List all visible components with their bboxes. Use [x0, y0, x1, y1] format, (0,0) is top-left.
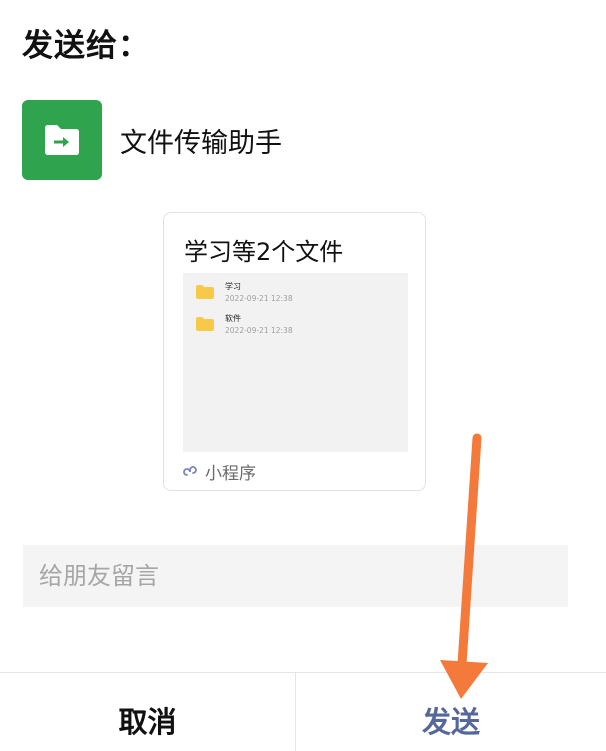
recipient-avatar: [22, 100, 102, 180]
folder-icon: [196, 317, 214, 331]
message-input[interactable]: [23, 545, 568, 607]
file-name: 软件: [225, 314, 241, 323]
recipient-row[interactable]: 文件传输助手: [22, 100, 282, 180]
share-dialog: 发送给： 文件传输助手 学习等2个文件 学习 2022-09-21 12:38: [0, 0, 606, 751]
dialog-title: 发送给：: [22, 28, 150, 64]
cancel-button[interactable]: 取消: [0, 673, 295, 751]
source-label: 小程序: [205, 464, 256, 484]
mini-program-icon: [183, 465, 197, 476]
file-item: 软件 2022-09-21 12:38: [196, 313, 396, 337]
file-date: 2022-09-21 12:38: [225, 294, 293, 303]
send-button[interactable]: 发送: [296, 673, 606, 751]
folder-icon: [196, 285, 214, 299]
folder-arrow-icon: [45, 125, 79, 155]
card-title: 学习等2个文件: [184, 238, 344, 266]
action-bar: 取消 发送: [0, 672, 606, 751]
recipient-name: 文件传输助手: [120, 127, 282, 159]
file-item: 学习 2022-09-21 12:38: [196, 281, 396, 305]
file-name: 学习: [225, 282, 241, 291]
card-preview: 学习 2022-09-21 12:38 软件 2022-09-21 12:38: [183, 273, 408, 452]
file-date: 2022-09-21 12:38: [225, 326, 293, 335]
share-card[interactable]: 学习等2个文件 学习 2022-09-21 12:38 软件 2022-09-2…: [163, 212, 426, 491]
card-source: 小程序: [183, 459, 256, 484]
